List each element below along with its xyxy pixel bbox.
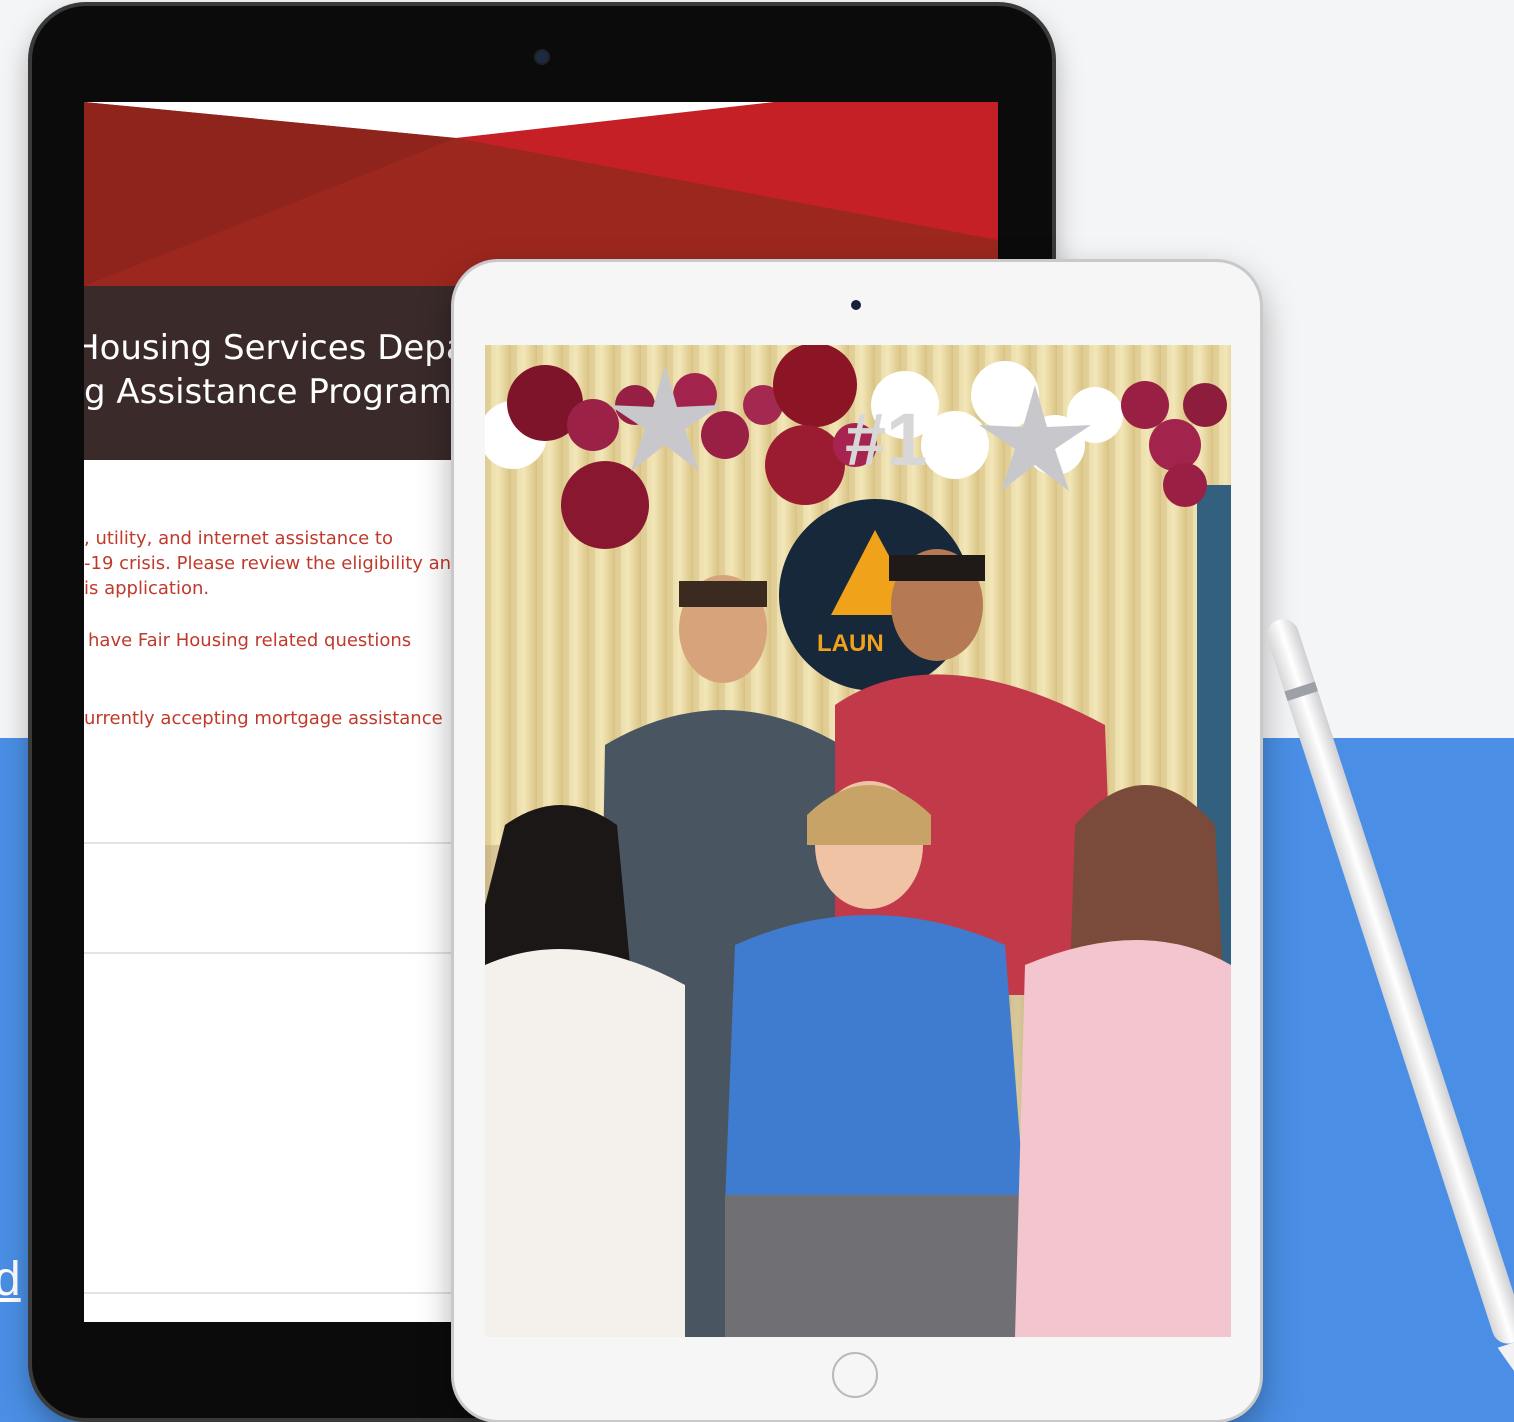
group-photo-illustration: LAUN #1	[485, 345, 1231, 1337]
header-banner	[84, 102, 998, 286]
logo-text: LAUN	[817, 630, 884, 657]
page-title-line-1: Housing Services Depar	[84, 328, 481, 368]
camera-icon	[536, 51, 548, 63]
front-tablet: LAUN #1	[454, 262, 1260, 1420]
group-photo-image: LAUN #1	[485, 345, 1231, 1337]
partial-link[interactable]: d	[0, 1252, 21, 1307]
page-title-line-2: g Assistance Program	[84, 372, 452, 412]
balloon-text: #1	[845, 398, 927, 481]
camera-icon	[851, 300, 861, 310]
fair-housing-text: have Fair Housing related questions	[88, 630, 412, 651]
intro-text-line: is application.	[84, 578, 210, 599]
intro-text-line: -19 crisis. Please review the eligibilit…	[84, 553, 463, 574]
home-button-icon[interactable]	[832, 1352, 878, 1398]
mortgage-text: urrently accepting mortgage assistance	[84, 708, 443, 729]
intro-text-line: , utility, and internet assistance to	[84, 528, 393, 549]
